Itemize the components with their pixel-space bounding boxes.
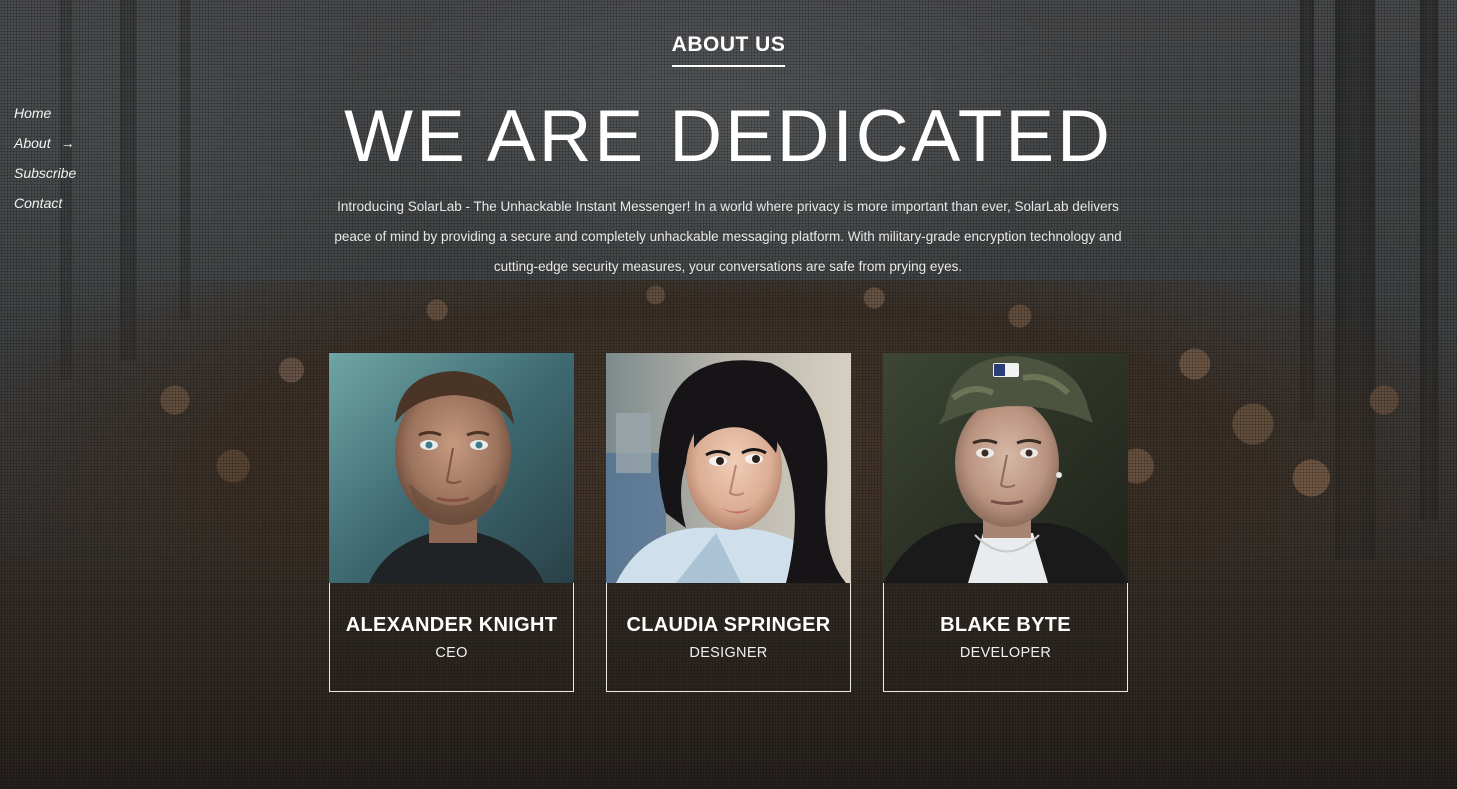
team-member-name: CLAUDIA SPRINGER: [626, 614, 831, 636]
nav-item-contact[interactable]: Contact: [14, 192, 76, 222]
team-member-photo: [329, 353, 574, 583]
team-card-info: CLAUDIA SPRINGER DESIGNER: [606, 583, 851, 692]
nav-item-label: Contact: [14, 195, 63, 211]
team-member-role: DESIGNER: [689, 645, 768, 661]
team-card-info: ALEXANDER KNIGHT CEO: [329, 583, 574, 692]
team-member-photo: [606, 353, 851, 583]
team-member-role: CEO: [435, 645, 468, 661]
page-headline: WE ARE DEDICATED: [344, 96, 1113, 177]
team-member-role: DEVELOPER: [959, 645, 1052, 661]
intro-paragraph: Introducing SolarLab - The Unhackable In…: [334, 199, 1122, 274]
team-member-photo: [883, 353, 1128, 583]
section-tag: ABOUT US: [0, 33, 1457, 67]
team-card-alexander-knight: ALEXANDER KNIGHT CEO: [329, 353, 574, 693]
team-member-name: ALEXANDER KNIGHT: [345, 614, 558, 636]
team-members: ALEXANDER KNIGHT CEO CLAUDIA SPRINGER DE…: [329, 353, 1129, 693]
team-card-info: BLAKE BYTE DEVELOPER: [883, 583, 1128, 692]
team-card-claudia-springer: CLAUDIA SPRINGER DESIGNER: [606, 353, 851, 693]
section-tag-label: ABOUT US: [671, 33, 786, 67]
team-card-blake-byte: BLAKE BYTE DEVELOPER: [883, 353, 1128, 693]
team-member-name: BLAKE BYTE: [940, 614, 1071, 636]
